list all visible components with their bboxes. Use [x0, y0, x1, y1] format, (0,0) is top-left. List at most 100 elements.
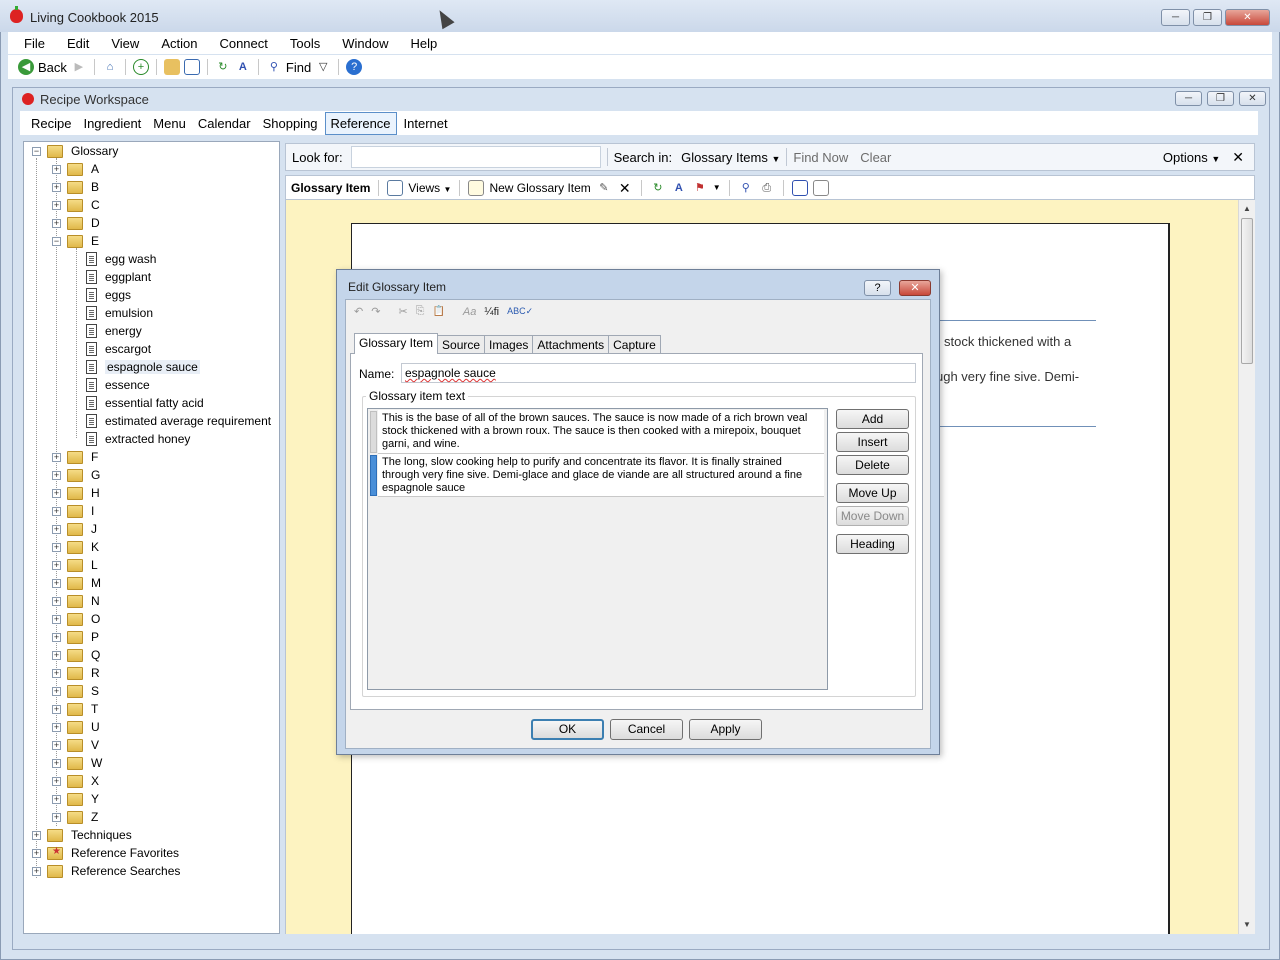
tree-node-glossary[interactable]: − Glossary [32, 142, 118, 160]
close-button[interactable]: ✕ [1225, 9, 1270, 26]
tab-menu[interactable]: Menu [148, 113, 191, 134]
dialog-close-button[interactable]: ✕ [899, 280, 931, 296]
tree-node-letter[interactable]: + H [52, 484, 100, 502]
tab-shopping[interactable]: Shopping [258, 113, 323, 134]
workspace-maximize-button[interactable]: ❐ [1207, 91, 1234, 106]
tree-item[interactable]: emulsion [86, 304, 153, 322]
tab-source[interactable]: Source [437, 335, 486, 354]
ok-button[interactable]: OK [531, 719, 604, 740]
glossary-tree[interactable]: − Glossary + A + B + C + D − E egg wash eggpl… [23, 141, 280, 934]
new-item-icon[interactable] [468, 179, 485, 196]
tree-node-letter-e[interactable]: − E [52, 232, 99, 250]
edit-icon[interactable]: ✎ [596, 180, 612, 196]
tree-item[interactable]: eggplant [86, 268, 151, 286]
expand-icon[interactable]: + [52, 614, 61, 624]
name-field[interactable]: espagnole sauce [401, 363, 916, 383]
font-icon[interactable]: A [235, 59, 251, 75]
print-preview-icon[interactable]: ⚲ [738, 180, 754, 196]
tree-node-letter[interactable]: + X [52, 772, 99, 790]
content-scrollbar[interactable]: ▲ ▼ [1238, 200, 1255, 934]
help-icon[interactable]: ? [346, 59, 363, 75]
menu-tools[interactable]: Tools [276, 36, 328, 51]
search-in-dropdown[interactable]: Glossary Items ▼ [681, 150, 780, 165]
home-icon[interactable]: ⌂ [102, 59, 118, 75]
tree-node-letter[interactable]: + F [52, 448, 98, 466]
tree-node-letter[interactable]: + V [52, 736, 99, 754]
expand-icon[interactable]: + [52, 218, 61, 228]
refresh-icon[interactable]: ↻ [650, 180, 666, 196]
expand-icon[interactable]: + [52, 182, 61, 192]
tab-recipe[interactable]: Recipe [26, 113, 76, 134]
tree-node-letter[interactable]: + J [52, 520, 97, 538]
options-dropdown[interactable]: Options ▼ [1163, 150, 1220, 165]
tab-images[interactable]: Images [484, 335, 534, 354]
cancel-button[interactable]: Cancel [610, 719, 683, 740]
menu-action[interactable]: Action [147, 36, 205, 51]
delete-button[interactable]: Delete [836, 455, 909, 475]
find-now-button[interactable]: Find Now [793, 150, 848, 165]
expand-icon[interactable]: + [52, 740, 61, 750]
tree-node-letter[interactable]: + U [52, 718, 100, 736]
paragraph-item-selected[interactable]: The long, slow cooking help to purify an… [378, 454, 824, 497]
tree-node-reference-favorites[interactable]: + Reference Favorites [32, 844, 179, 862]
menu-window[interactable]: Window [328, 36, 396, 51]
expand-icon[interactable]: + [52, 632, 61, 642]
expand-icon[interactable]: + [52, 578, 61, 588]
open-folder-icon[interactable] [163, 59, 180, 75]
tab-reference[interactable]: Reference [324, 111, 397, 135]
back-icon[interactable]: ◀ [18, 59, 34, 75]
menu-help[interactable]: Help [396, 36, 445, 51]
maximize-button[interactable]: ❐ [1193, 9, 1222, 26]
tree-node-letter[interactable]: + L [52, 556, 98, 574]
expand-icon[interactable]: + [52, 596, 61, 606]
tree-node-letter[interactable]: + O [52, 610, 100, 628]
tree-item[interactable]: estimated average requirement [86, 412, 271, 430]
tree-node-letter[interactable]: + C [52, 196, 100, 214]
expand-icon[interactable]: + [52, 794, 61, 804]
add-icon[interactable]: + [132, 59, 149, 75]
tab-glossary-item[interactable]: Glossary Item [354, 333, 439, 354]
expand-icon[interactable]: + [52, 560, 61, 570]
tree-node-letter[interactable]: + S [52, 682, 99, 700]
tree-node-letter[interactable]: + P [52, 628, 99, 646]
back-button[interactable]: Back [38, 60, 67, 75]
delete-icon[interactable]: ✕ [617, 180, 633, 196]
add-button[interactable]: Add [836, 409, 909, 429]
apply-button[interactable]: Apply [689, 719, 762, 740]
tree-node-letter[interactable]: + W [52, 754, 102, 772]
tree-node-letter[interactable]: + T [52, 700, 98, 718]
tab-ingredient[interactable]: Ingredient [78, 113, 146, 134]
expand-icon[interactable]: + [32, 866, 41, 876]
menu-view[interactable]: View [97, 36, 147, 51]
tree-node-letter[interactable]: + I [52, 502, 94, 520]
spellcheck-icon[interactable]: ABC✓ [507, 306, 533, 317]
tree-node-reference-searches[interactable]: + Reference Searches [32, 862, 180, 880]
cut-icon[interactable]: ✂ [398, 305, 407, 318]
expand-icon[interactable]: + [52, 200, 61, 210]
expand-icon[interactable]: + [52, 524, 61, 534]
font-icon[interactable]: A [671, 180, 687, 196]
scroll-down-icon[interactable]: ▼ [1243, 920, 1251, 929]
copy-icon[interactable] [791, 179, 808, 196]
fraction-icon[interactable]: ¼fi [484, 306, 499, 318]
tree-item[interactable]: egg wash [86, 250, 156, 268]
refresh-icon[interactable]: ↻ [215, 59, 231, 75]
copy-icon[interactable]: ⎘ [416, 305, 425, 318]
print-icon[interactable]: ⎙ [759, 180, 775, 196]
tab-capture[interactable]: Capture [608, 335, 661, 354]
tree-item[interactable]: extracted honey [86, 430, 190, 448]
expand-icon[interactable]: + [52, 758, 61, 768]
find-button[interactable]: Find [286, 60, 311, 75]
menu-connect[interactable]: Connect [205, 36, 275, 51]
tab-internet[interactable]: Internet [399, 113, 453, 134]
scroll-thumb[interactable] [1241, 218, 1253, 364]
tree-node-letter[interactable]: + Q [52, 646, 100, 664]
expand-icon[interactable]: + [52, 164, 61, 174]
tree-node-letter[interactable]: + M [52, 574, 101, 592]
close-search-icon[interactable]: ✕ [1232, 149, 1244, 166]
new-glossary-item-button[interactable]: New Glossary Item [489, 181, 590, 195]
tree-node-letter[interactable]: + B [52, 178, 99, 196]
scroll-up-icon[interactable]: ▲ [1243, 204, 1251, 213]
tree-node-techniques[interactable]: + Techniques [32, 826, 132, 844]
tree-item[interactable]: essential fatty acid [86, 394, 204, 412]
